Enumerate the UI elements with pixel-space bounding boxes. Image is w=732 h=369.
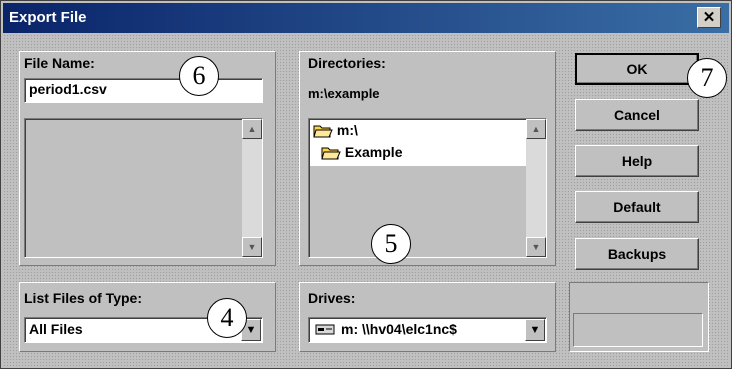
status-panel bbox=[569, 282, 709, 352]
scroll-down-icon: ▼ bbox=[531, 242, 541, 252]
scroll-down-button[interactable]: ▼ bbox=[526, 237, 546, 257]
cancel-button[interactable]: Cancel bbox=[575, 99, 699, 131]
scroll-up-button[interactable]: ▲ bbox=[242, 119, 262, 139]
drives-select[interactable]: m: \\hv04\elc1nc$ ▼ bbox=[308, 317, 547, 343]
drives-dropdown-button[interactable]: ▼ bbox=[525, 319, 545, 341]
tree-item-example[interactable]: Example bbox=[321, 144, 402, 161]
directories-group: Directories: m:\example m:\ Example ▲ ▼ bbox=[299, 51, 556, 266]
callout-4: 4 bbox=[207, 298, 247, 338]
scroll-down-icon: ▼ bbox=[247, 242, 257, 252]
chevron-down-icon: ▼ bbox=[245, 324, 257, 336]
directory-tree-list: m:\ Example bbox=[310, 120, 526, 166]
scroll-up-icon: ▲ bbox=[531, 124, 541, 134]
title-bar[interactable]: Export File ✕ bbox=[3, 3, 729, 33]
ok-button[interactable]: OK bbox=[575, 53, 699, 85]
backups-button[interactable]: Backups bbox=[575, 238, 699, 270]
current-path: m:\example bbox=[308, 86, 380, 101]
open-folder-icon bbox=[321, 147, 341, 160]
default-button[interactable]: Default bbox=[575, 191, 699, 223]
tree-item-label: m:\ bbox=[336, 122, 358, 138]
directory-tree[interactable]: m:\ Example ▲ ▼ bbox=[308, 118, 547, 258]
callout-6: 6 bbox=[179, 56, 219, 96]
open-folder-icon bbox=[313, 125, 333, 138]
file-name-label: File Name: bbox=[24, 55, 95, 71]
close-button[interactable]: ✕ bbox=[697, 7, 721, 28]
file-name-group: File Name: period1.csv ▲ ▼ bbox=[19, 51, 276, 266]
chevron-down-icon: ▼ bbox=[529, 324, 541, 336]
drives-label: Drives: bbox=[308, 290, 356, 306]
scroll-up-button[interactable]: ▲ bbox=[526, 119, 546, 139]
status-field bbox=[573, 313, 703, 347]
file-list-scrollbar[interactable]: ▲ ▼ bbox=[242, 119, 262, 257]
dialog-body: File Name: period1.csv ▲ ▼ Directories: … bbox=[3, 34, 729, 366]
directory-scrollbar[interactable]: ▲ ▼ bbox=[526, 119, 546, 257]
tree-item-label: Example bbox=[344, 144, 403, 160]
file-name-input[interactable]: period1.csv bbox=[24, 78, 263, 103]
close-icon: ✕ bbox=[702, 9, 716, 26]
directories-label: Directories: bbox=[308, 55, 386, 71]
tree-item-m-root[interactable]: m:\ bbox=[313, 122, 358, 139]
scroll-up-icon: ▲ bbox=[247, 124, 257, 134]
help-button[interactable]: Help bbox=[575, 145, 699, 177]
drives-group: Drives: m: \\hv04\elc1nc$ ▼ bbox=[299, 282, 556, 352]
dialog-title: Export File bbox=[9, 9, 87, 26]
scroll-down-button[interactable]: ▼ bbox=[242, 237, 262, 257]
callout-7: 7 bbox=[687, 58, 727, 98]
export-file-dialog: Export File ✕ File Name: period1.csv ▲ ▼ bbox=[0, 0, 732, 369]
callout-5: 5 bbox=[371, 224, 411, 264]
file-list[interactable]: ▲ ▼ bbox=[24, 118, 263, 258]
network-drive-icon bbox=[315, 324, 335, 335]
drives-value: m: \\hv04\elc1nc$ bbox=[341, 321, 457, 337]
file-type-label: List Files of Type: bbox=[24, 290, 142, 306]
